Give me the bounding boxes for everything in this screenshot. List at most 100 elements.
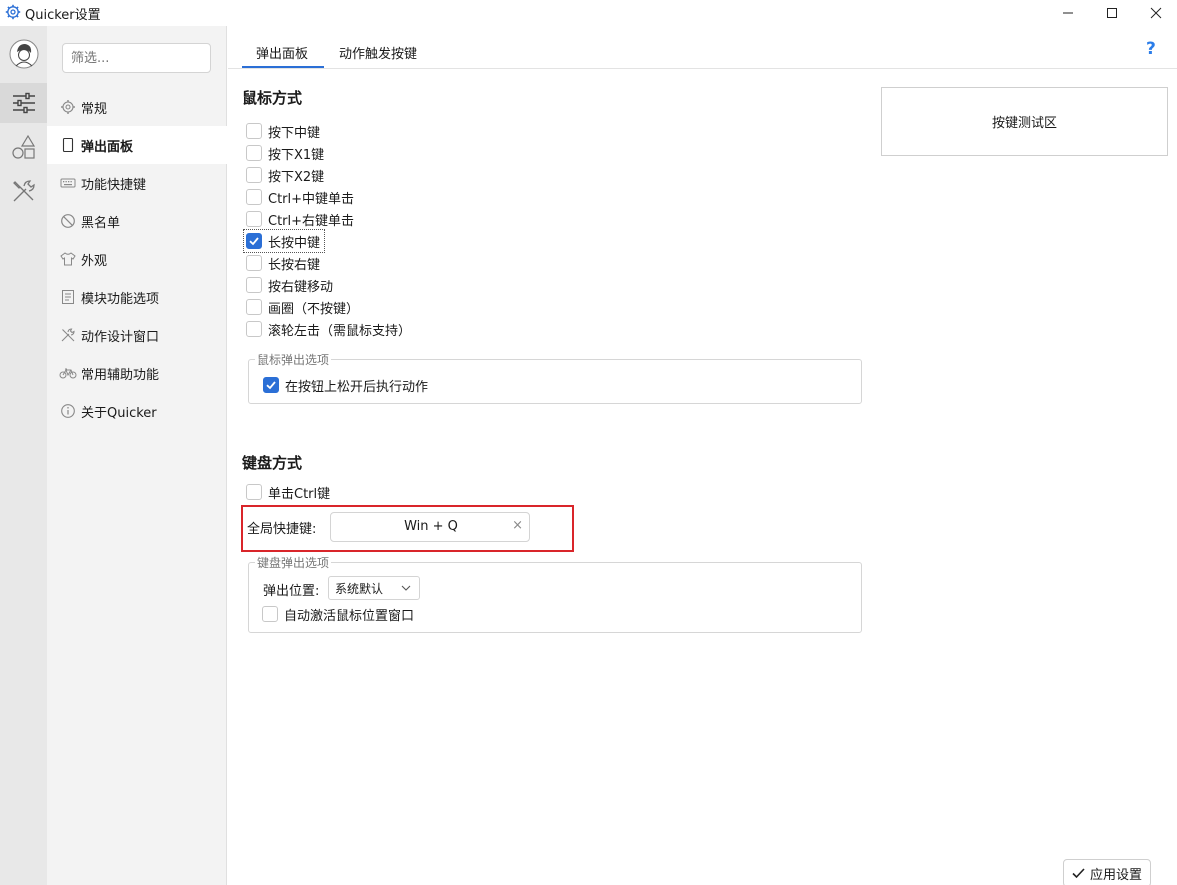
avatar[interactable] [0, 34, 47, 74]
clear-hotkey-icon[interactable]: × [512, 518, 523, 533]
maximize-button[interactable] [1089, 0, 1135, 26]
info-icon [59, 402, 77, 420]
checkbox[interactable] [246, 145, 262, 161]
checkbox[interactable] [262, 606, 278, 622]
checkbox-circle-gesture[interactable]: 画圈（不按键） [246, 297, 359, 317]
blocked-icon [59, 212, 77, 230]
checkbox-right-drag[interactable]: 按右键移动 [246, 275, 333, 295]
tab-popup-panel[interactable]: 弹出面板 [256, 43, 308, 62]
help-icon[interactable]: ? [1146, 39, 1156, 59]
checkbox-label: 按下X1键 [268, 147, 325, 163]
apply-label: 应用设置 [1089, 867, 1142, 883]
tools-icon[interactable] [0, 171, 47, 211]
checkbox-label: 按右键移动 [268, 279, 334, 295]
nav-item-label: 动作设计窗口 [81, 329, 160, 345]
popup-position-select[interactable]: 系统默认 [328, 576, 420, 600]
nav-item-action-design[interactable]: 动作设计窗口 [47, 316, 227, 354]
checkbox-x1-button[interactable]: 按下X1键 [246, 143, 324, 163]
mouse-popup-options-group: 鼠标弹出选项 在按钮上松开后执行动作 [248, 351, 862, 404]
tab-bar: 弹出面板 动作触发按键 ? [228, 26, 1177, 69]
checkbox-label: Ctrl+中键单击 [268, 191, 355, 207]
keyboard-section-title: 键盘方式 [242, 454, 303, 472]
checkmark-icon [266, 381, 276, 390]
checkbox[interactable] [246, 484, 262, 500]
tools-icon [59, 326, 77, 344]
group-legend: 键盘弹出选项 [255, 554, 332, 571]
hotkey-value: Win + Q [404, 519, 458, 534]
key-test-area[interactable]: 按键测试区 [881, 87, 1168, 156]
global-hotkey-input[interactable]: Win + Q × [330, 512, 530, 542]
minimize-button[interactable] [1045, 0, 1091, 26]
nav-item-label: 常用辅助功能 [81, 367, 160, 383]
gear-icon [59, 98, 77, 116]
checkbox[interactable] [246, 123, 262, 139]
nav-item-appearance[interactable]: 外观 [47, 240, 227, 278]
nav-item-label: 外观 [81, 253, 108, 269]
checkbox-label: 在按钮上松开后执行动作 [285, 379, 429, 395]
checkbox-label: 滚轮左击（需鼠标支持） [268, 323, 412, 339]
checkbox[interactable] [246, 211, 262, 227]
icon-rail [0, 26, 47, 885]
filter-input[interactable] [62, 43, 211, 73]
checkbox-release-on-button[interactable]: 在按钮上松开后执行动作 [263, 375, 428, 395]
checkbox-single-ctrl[interactable]: 单击Ctrl键 [246, 482, 330, 502]
checkbox[interactable] [246, 321, 262, 337]
checkbox-label: 长按中键 [268, 235, 321, 251]
maximize-icon [1107, 8, 1117, 18]
keyboard-icon [59, 174, 77, 192]
close-icon [1150, 7, 1162, 19]
tab-action-trigger-keys[interactable]: 动作触发按键 [339, 43, 417, 62]
settings-nav: 常规 弹出面板 功能快捷键 黑名单 外观 模块功能选项 动作设计 [47, 26, 227, 885]
checkbox-wheel-left-click[interactable]: 滚轮左击（需鼠标支持） [246, 319, 411, 339]
popup-position-label: 弹出位置: [263, 584, 320, 599]
checkbox[interactable] [246, 299, 262, 315]
sliders-icon[interactable] [0, 83, 47, 123]
checkbox-checked[interactable] [263, 377, 279, 393]
nav-item-blacklist[interactable]: 黑名单 [47, 202, 227, 240]
checkbox-ctrl-right-click[interactable]: Ctrl+右键单击 [246, 209, 354, 229]
checkbox-label: 按下中键 [268, 125, 321, 141]
nav-item-about[interactable]: 关于Quicker [47, 392, 227, 430]
checkbox-checked[interactable] [246, 233, 262, 249]
nav-item-label: 黑名单 [81, 215, 121, 231]
checkbox[interactable] [246, 255, 262, 271]
apply-settings-button[interactable]: 应用设置 [1063, 859, 1151, 885]
settings-content: 弹出面板 动作触发按键 ? 鼠标方式 按下中键 按下X1键 按下X2键 Ctrl… [228, 26, 1177, 885]
checkbox-x2-button[interactable]: 按下X2键 [246, 165, 324, 185]
active-tab-indicator [242, 66, 324, 68]
global-hotkey-label: 全局快捷键: [247, 522, 317, 537]
checkbox-middle-button[interactable]: 按下中键 [246, 121, 320, 141]
nav-item-hotkeys[interactable]: 功能快捷键 [47, 164, 227, 202]
checkbox-label: 自动激活鼠标位置窗口 [284, 608, 415, 624]
checkmark-icon [249, 237, 259, 246]
key-test-label: 按键测试区 [991, 116, 1057, 131]
window-title: Quicker设置 [25, 8, 101, 23]
checkbox[interactable] [246, 277, 262, 293]
module-icon [59, 288, 77, 306]
nav-item-label: 模块功能选项 [81, 291, 160, 307]
checkbox[interactable] [246, 189, 262, 205]
checkbox-ctrl-middle-click[interactable]: Ctrl+中键单击 [246, 187, 354, 207]
checkbox-long-press-middle[interactable]: 长按中键 [246, 231, 320, 251]
nav-item-popup-panel[interactable]: 弹出面板 [47, 126, 227, 164]
chevron-down-icon [401, 585, 411, 591]
close-button[interactable] [1133, 0, 1177, 26]
select-value: 系统默认 [335, 581, 384, 596]
shirt-icon [59, 250, 77, 268]
minimize-icon [1063, 12, 1073, 14]
nav-item-general[interactable]: 常规 [47, 88, 227, 126]
shapes-icon[interactable] [0, 127, 47, 167]
checkbox-label: 画圈（不按键） [268, 301, 360, 317]
nav-item-module-options[interactable]: 模块功能选项 [47, 278, 227, 316]
gear-icon [5, 4, 21, 20]
checkbox-label: Ctrl+右键单击 [268, 213, 355, 229]
checkbox-label: 长按右键 [268, 257, 321, 273]
nav-item-label: 关于Quicker [81, 405, 157, 421]
nav-item-assist[interactable]: 常用辅助功能 [47, 354, 227, 392]
checkbox-auto-activate-window[interactable]: 自动激活鼠标位置窗口 [262, 604, 414, 624]
checkbox-label: 单击Ctrl键 [268, 486, 331, 502]
bicycle-icon [59, 364, 77, 382]
checkbox-long-press-right[interactable]: 长按右键 [246, 253, 320, 273]
checkbox[interactable] [246, 167, 262, 183]
checkbox-label: 按下X2键 [268, 169, 325, 185]
